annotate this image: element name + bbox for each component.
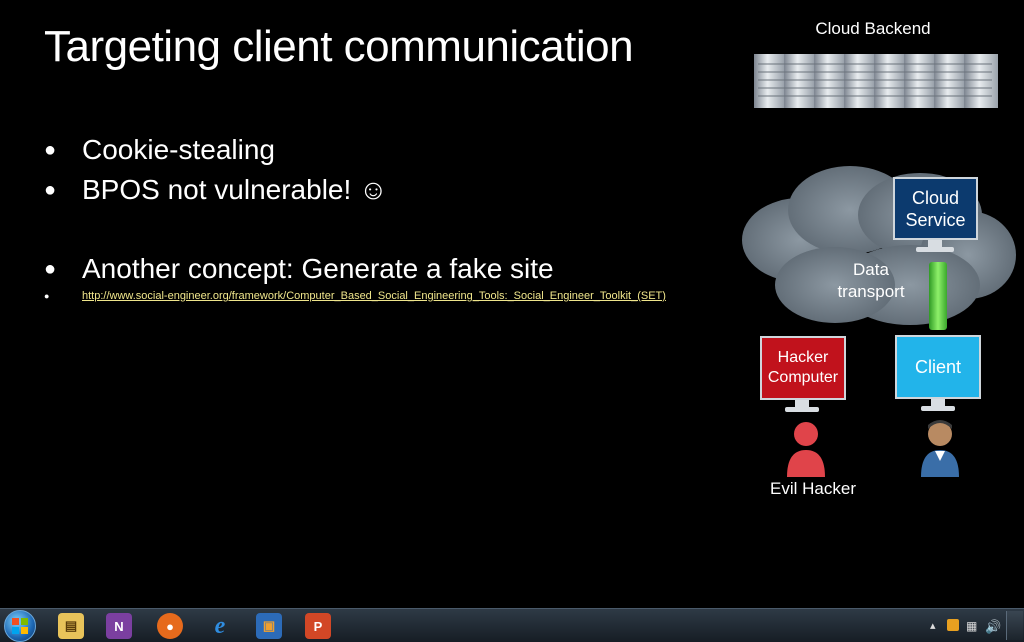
monitor-stand [916,247,954,252]
bullet-dot: ● [44,291,50,301]
data-transport-label: Data transport [837,260,905,301]
slide-title: Targeting client communication [44,22,634,71]
bullet-dot: ● [44,179,57,201]
windows-explorer-icon[interactable]: ▤ [58,613,84,639]
cloud-service-monitor: Cloud Service [893,177,978,240]
powerpoint-icon[interactable]: P [305,613,331,639]
windows-logo-icon [12,618,28,634]
show-desktop-button[interactable] [1006,611,1023,640]
bullet-dot: ● [44,258,57,280]
bullet-text: Another concept: Generate a fake site [82,253,554,284]
network-icon[interactable]: ▦ [966,619,977,633]
show-hidden-icons-icon[interactable]: ▴ [930,619,936,632]
client-person-icon [921,420,959,477]
bullet-text: Cookie-stealing [82,134,275,165]
hacker-computer-label: Hacker Computer [767,349,839,386]
reference-link[interactable]: http://www.social-engineer.org/framework… [82,289,666,303]
tray-app-icon[interactable] [947,619,959,631]
bullet-dot: ● [44,139,57,161]
start-button[interactable] [4,610,36,642]
hacker-person-icon [787,422,825,477]
client-monitor: Client [895,335,981,399]
firefox-icon[interactable]: ● [157,613,183,639]
volume-icon[interactable]: 🔊 [985,619,1001,635]
virtualbox-icon[interactable]: ▣ [256,613,282,639]
monitor-stand [921,406,955,411]
cloud-shape [742,166,1016,325]
data-transport-pipe [929,262,947,330]
slide: Targeting client communication ● Cookie-… [0,0,1024,608]
internet-explorer-icon[interactable]: e [207,613,233,639]
taskbar: ▤ N ● e ▣ P ▴ ▦ 🔊 [0,608,1024,642]
server-rack-icon [754,54,998,108]
client-label: Client [914,357,962,377]
bullet-text: BPOS not vulnerable! ☺ [82,174,388,205]
monitor-stand [785,407,819,412]
cloud-backend-label: Cloud Backend [815,19,931,38]
evil-hacker-label: Evil Hacker [770,479,856,498]
hacker-computer-monitor: Hacker Computer [760,336,846,400]
cloud-service-label: Cloud Service [905,187,966,230]
onenote-icon[interactable]: N [106,613,132,639]
